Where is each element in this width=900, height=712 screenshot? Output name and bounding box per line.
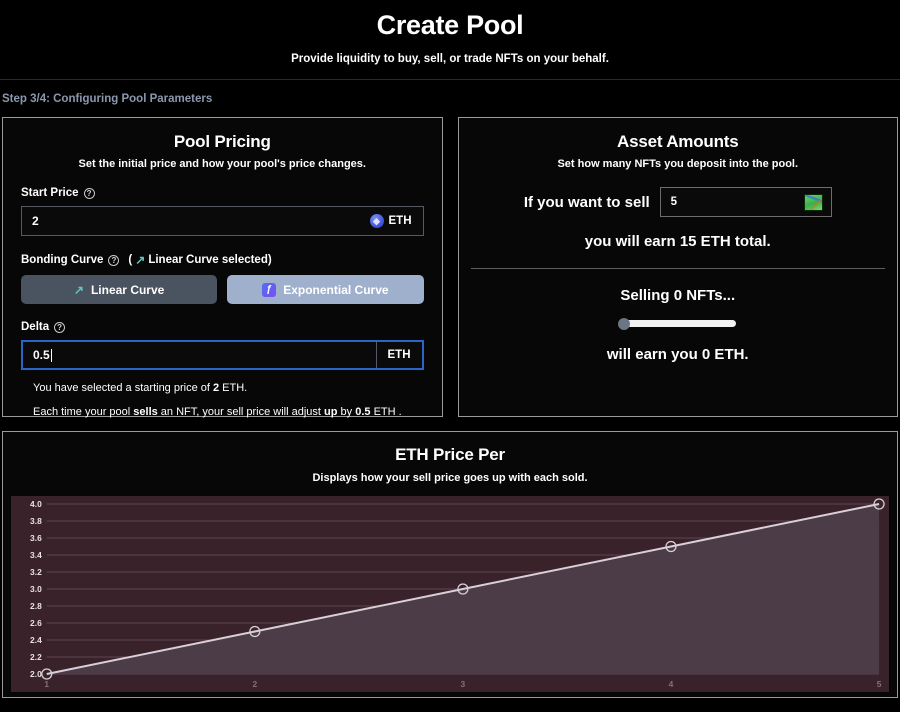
chart-subtitle: Displays how your sell price goes up wit… bbox=[312, 472, 588, 484]
eth-logo-icon: ◆ bbox=[369, 214, 384, 228]
panels-container: Pool Pricing Set the initial price and h… bbox=[0, 117, 900, 418]
svg-text:3.2: 3.2 bbox=[30, 567, 42, 577]
will-earn-post: ETH. bbox=[710, 346, 749, 363]
delta-value-wrap[interactable]: 0.5 bbox=[23, 342, 376, 368]
hint2-sells: sells bbox=[133, 406, 158, 418]
svg-text:3.4: 3.4 bbox=[30, 550, 42, 560]
note-paren-open: ( bbox=[128, 254, 133, 266]
hint1-post: ETH. bbox=[219, 382, 248, 394]
exponential-curve-label: Exponential Curve bbox=[283, 282, 389, 297]
step-indicator-row: Step 3/4: Configuring Pool Parameters bbox=[0, 80, 900, 117]
nft-thumbnail-icon bbox=[803, 193, 823, 211]
start-price-hint: You have selected a starting price of 2 … bbox=[21, 382, 424, 394]
svg-text:2.6: 2.6 bbox=[30, 618, 42, 628]
start-price-label-row: Start Price ? bbox=[21, 187, 424, 199]
bonding-curve-label: Bonding Curve bbox=[21, 254, 104, 266]
svg-text:3: 3 bbox=[461, 679, 466, 689]
start-price-label: Start Price bbox=[21, 187, 79, 199]
exponential-curve-icon: ƒ bbox=[262, 282, 277, 297]
price-line-chart: 2.0 2.2 2.4 2.6 2.8 3.0 3.2 3.4 3.6 3.8 4.0 1 2 3 4 5 bbox=[11, 496, 889, 692]
linear-curve-button[interactable]: ↗ Linear Curve bbox=[21, 275, 218, 304]
sell-quantity-row: If you want to sell 5 bbox=[459, 187, 898, 217]
linear-curve-label: Linear Curve bbox=[90, 282, 165, 297]
page-header: Create Pool Provide liquidity to buy, se… bbox=[0, 0, 900, 80]
hint2-pre: Each time your pool bbox=[33, 406, 134, 418]
selling-count-line: Selling 0 NFTs... bbox=[620, 287, 736, 304]
price-chart-panel: ETH Price Per Displays how your sell pri… bbox=[2, 431, 898, 698]
delta-label: Delta bbox=[21, 321, 50, 333]
svg-text:1: 1 bbox=[44, 679, 49, 689]
asset-amounts-panel: Asset Amounts Set how many NFTs you depo… bbox=[457, 117, 898, 417]
info-icon[interactable]: ? bbox=[83, 187, 95, 199]
svg-text:2.2: 2.2 bbox=[30, 652, 42, 662]
sell-quantity-label: If you want to sell bbox=[523, 193, 650, 211]
panel-divider bbox=[470, 268, 885, 269]
chart-title: ETH Price Per bbox=[395, 445, 505, 464]
svg-text:3.8: 3.8 bbox=[30, 516, 42, 526]
delta-label-row: Delta ? bbox=[21, 321, 424, 333]
sell-quantity-value[interactable]: 5 bbox=[671, 196, 804, 208]
svg-text:3.6: 3.6 bbox=[30, 533, 42, 543]
note-text: Linear Curve selected) bbox=[148, 254, 272, 266]
sell-quantity-input[interactable]: 5 bbox=[659, 187, 832, 217]
will-earn-value: 0 bbox=[701, 346, 711, 363]
svg-text:2.8: 2.8 bbox=[30, 601, 42, 611]
selling-slider-wrap bbox=[459, 317, 898, 330]
delta-hint: Each time your pool sells an NFT, your s… bbox=[21, 406, 424, 418]
step-indicator-text: Step 3/4: Configuring Pool Parameters bbox=[2, 93, 213, 105]
earn-total-post: ETH total. bbox=[696, 233, 771, 250]
pool-pricing-subtitle: Set the initial price and how your pool'… bbox=[78, 158, 366, 170]
svg-text:2.0: 2.0 bbox=[30, 669, 42, 679]
svg-text:2: 2 bbox=[252, 679, 257, 689]
arrow-up-right-icon: ↗ bbox=[135, 253, 146, 267]
exponential-curve-button[interactable]: ƒ Exponential Curve bbox=[227, 275, 424, 304]
text-cursor bbox=[50, 348, 52, 362]
page-title: Create Pool bbox=[376, 10, 524, 40]
svg-text:4.0: 4.0 bbox=[30, 499, 42, 509]
hint2-mid: an NFT, your sell price will adjust bbox=[157, 406, 325, 418]
will-earn-line: will earn you 0 ETH. bbox=[459, 346, 898, 363]
page-subtitle: Provide liquidity to buy, sell, or trade… bbox=[291, 53, 609, 65]
slider-thumb[interactable] bbox=[618, 317, 631, 330]
earn-total-pre: you will earn bbox=[584, 233, 680, 250]
svg-text:2.4: 2.4 bbox=[30, 635, 42, 645]
svg-text:4: 4 bbox=[669, 679, 674, 689]
hint2-post: ETH . bbox=[370, 406, 402, 418]
earn-total-value: 15 bbox=[679, 233, 697, 250]
bonding-curve-options: ↗ Linear Curve ƒ Exponential Curve bbox=[21, 275, 424, 304]
chart-plot-area: 2.0 2.2 2.4 2.6 2.8 3.0 3.2 3.4 3.6 3.8 4.0 1 2 3 4 5 bbox=[11, 496, 889, 692]
hint1-pre: You have selected a starting price of bbox=[33, 382, 213, 394]
start-price-value[interactable]: 2 bbox=[22, 207, 359, 235]
asset-amounts-subtitle: Set how many NFTs you deposit into the p… bbox=[557, 158, 799, 170]
selling-slider[interactable] bbox=[618, 317, 737, 330]
arrow-up-right-icon: ↗ bbox=[73, 282, 84, 297]
svg-text:3.0: 3.0 bbox=[30, 584, 42, 594]
info-icon[interactable]: ? bbox=[54, 321, 66, 333]
pool-pricing-title: Pool Pricing bbox=[173, 132, 271, 151]
svg-text:5: 5 bbox=[877, 679, 882, 689]
asset-amounts-title: Asset Amounts bbox=[617, 132, 739, 151]
delta-input[interactable]: 0.5 ETH bbox=[21, 340, 424, 370]
hint2-delta: 0.5 bbox=[355, 406, 371, 418]
start-price-unit-group: ◆ ETH bbox=[359, 207, 423, 235]
bonding-curve-label-row: Bonding Curve ? ( ↗ Linear Curve selecte… bbox=[21, 253, 424, 267]
pool-pricing-panel: Pool Pricing Set the initial price and h… bbox=[2, 117, 443, 418]
earn-total-line: you will earn 15 ETH total. bbox=[459, 233, 898, 250]
pool-pricing-form: Start Price ? 2 ◆ ETH Bonding Curve ? ( … bbox=[3, 187, 442, 418]
delta-unit: ETH bbox=[375, 342, 422, 368]
start-price-unit: ETH bbox=[388, 215, 412, 227]
hint2-direction: up bbox=[324, 406, 338, 418]
hint2-mid2: by bbox=[337, 406, 356, 418]
start-price-input[interactable]: 2 ◆ ETH bbox=[21, 206, 424, 236]
bonding-curve-selected-note: ( ↗ Linear Curve selected) bbox=[128, 253, 271, 267]
delta-value: 0.5 bbox=[33, 348, 50, 362]
will-earn-pre: will earn you bbox=[606, 346, 702, 363]
info-icon[interactable]: ? bbox=[108, 254, 120, 266]
